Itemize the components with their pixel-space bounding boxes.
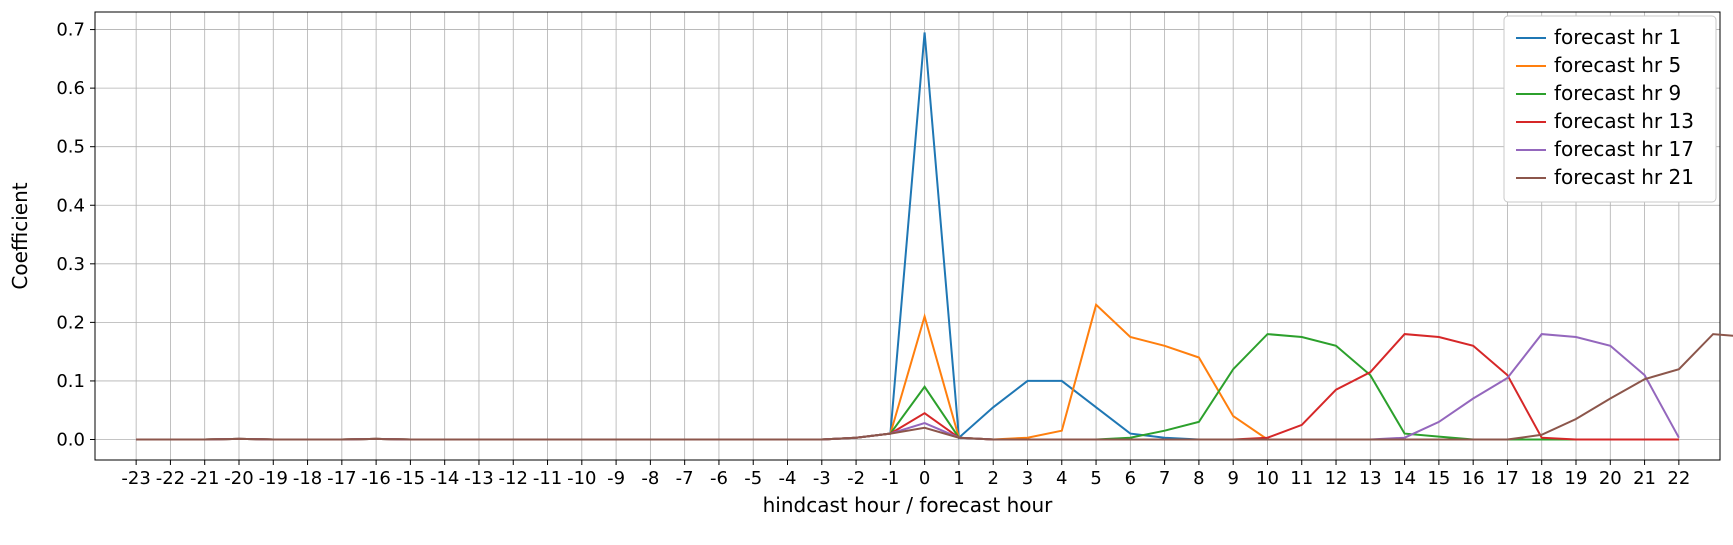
x-tick-label: 2 bbox=[987, 468, 998, 489]
x-tick-label: -17 bbox=[327, 468, 356, 489]
x-tick-label: 10 bbox=[1256, 468, 1279, 489]
x-tick-label: -23 bbox=[121, 468, 150, 489]
x-tick-label: -11 bbox=[533, 468, 562, 489]
x-tick-label: -9 bbox=[607, 468, 625, 489]
x-tick-label: 21 bbox=[1633, 468, 1656, 489]
legend-label: forecast hr 1 bbox=[1554, 25, 1681, 49]
x-tick-label: -20 bbox=[224, 468, 253, 489]
x-tick-label: 0 bbox=[919, 468, 930, 489]
x-tick-label: -2 bbox=[847, 468, 865, 489]
legend-label: forecast hr 13 bbox=[1554, 109, 1694, 133]
y-tick-label: 0.7 bbox=[56, 20, 85, 41]
x-tick-label: -18 bbox=[293, 468, 322, 489]
y-axis-label: Coefficient bbox=[8, 182, 32, 289]
x-tick-label: 19 bbox=[1565, 468, 1588, 489]
x-tick-label: -14 bbox=[430, 468, 459, 489]
x-tick-label: -16 bbox=[361, 468, 390, 489]
x-tick-label: -1 bbox=[881, 468, 899, 489]
x-tick-label: 20 bbox=[1599, 468, 1622, 489]
x-tick-label: 1 bbox=[953, 468, 964, 489]
series-forecast-hr-13 bbox=[136, 334, 1679, 439]
x-tick-label: -15 bbox=[396, 468, 425, 489]
x-tick-label: -7 bbox=[676, 468, 694, 489]
y-axis: 0.0 0.1 0.2 0.3 0.4 0.5 0.6 0.7 bbox=[56, 20, 95, 451]
line-chart: -23-22-21-20-19-18-17-16-15-14-13-12-11-… bbox=[0, 0, 1733, 545]
y-tick-label: 0.0 bbox=[56, 430, 85, 451]
x-axis-label: hindcast hour / forecast hour bbox=[763, 493, 1054, 517]
y-tick-label: 0.6 bbox=[56, 78, 85, 99]
chart-container: -23-22-21-20-19-18-17-16-15-14-13-12-11-… bbox=[0, 0, 1733, 545]
x-tick-label: -6 bbox=[710, 468, 728, 489]
legend-label: forecast hr 17 bbox=[1554, 137, 1694, 161]
x-tick-label: -22 bbox=[156, 468, 185, 489]
x-tick-label: -12 bbox=[499, 468, 528, 489]
x-tick-label: 5 bbox=[1090, 468, 1101, 489]
x-tick-label: 11 bbox=[1290, 468, 1313, 489]
x-tick-label: 17 bbox=[1496, 468, 1519, 489]
x-tick-label: 16 bbox=[1462, 468, 1485, 489]
x-tick-label: 3 bbox=[1022, 468, 1033, 489]
legend-label: forecast hr 5 bbox=[1554, 53, 1681, 77]
y-tick-label: 0.2 bbox=[56, 312, 85, 333]
x-tick-label: -5 bbox=[744, 468, 762, 489]
x-tick-label: 14 bbox=[1393, 468, 1416, 489]
legend-label: forecast hr 9 bbox=[1554, 81, 1681, 105]
x-tick-label: -8 bbox=[641, 468, 659, 489]
x-axis: -23-22-21-20-19-18-17-16-15-14-13-12-11-… bbox=[121, 460, 1690, 489]
x-tick-label: -19 bbox=[259, 468, 288, 489]
x-tick-label: -4 bbox=[779, 468, 797, 489]
y-tick-label: 0.4 bbox=[56, 195, 85, 216]
x-tick-label: -13 bbox=[464, 468, 493, 489]
y-tick-label: 0.5 bbox=[56, 137, 85, 158]
x-tick-label: 7 bbox=[1159, 468, 1170, 489]
series-group bbox=[136, 33, 1733, 440]
series-forecast-hr-5 bbox=[136, 305, 1679, 440]
x-tick-label: -21 bbox=[190, 468, 219, 489]
x-tick-label: 6 bbox=[1125, 468, 1136, 489]
x-tick-label: 13 bbox=[1359, 468, 1382, 489]
x-tick-label: 15 bbox=[1427, 468, 1450, 489]
x-tick-label: 18 bbox=[1530, 468, 1553, 489]
x-tick-label: 9 bbox=[1227, 468, 1238, 489]
x-tick-label: -3 bbox=[813, 468, 831, 489]
x-tick-label: 12 bbox=[1325, 468, 1348, 489]
x-tick-label: 4 bbox=[1056, 468, 1067, 489]
y-tick-label: 0.1 bbox=[56, 371, 85, 392]
x-tick-label: 8 bbox=[1193, 468, 1204, 489]
legend-label: forecast hr 21 bbox=[1554, 165, 1694, 189]
x-tick-label: -10 bbox=[567, 468, 596, 489]
y-tick-label: 0.3 bbox=[56, 254, 85, 275]
legend: forecast hr 1 forecast hr 5 forecast hr 9 f… bbox=[1504, 16, 1716, 202]
x-tick-label: 22 bbox=[1667, 468, 1690, 489]
